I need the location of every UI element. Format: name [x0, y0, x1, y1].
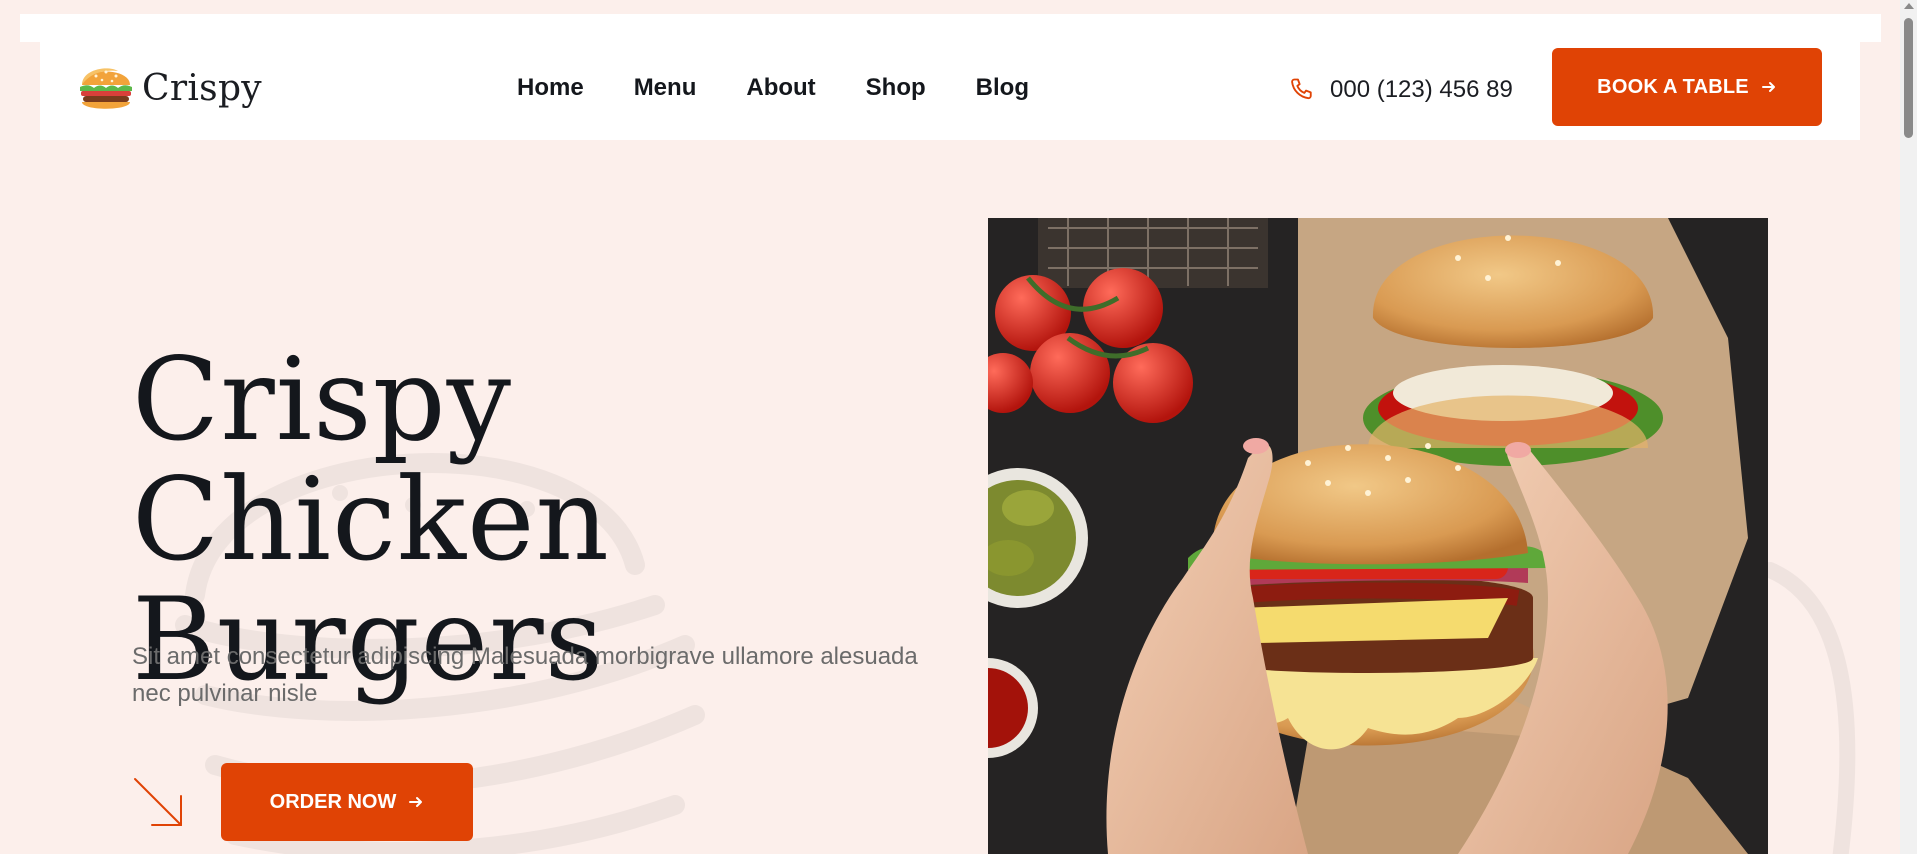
hero-description: Sit amet consectetur adipiscing Malesuad…	[132, 643, 918, 707]
book-table-button[interactable]: BOOK A TABLE	[1552, 48, 1822, 126]
burger-photo-illustration	[988, 218, 1768, 854]
book-table-label: BOOK A TABLE	[1597, 75, 1749, 98]
scrollbar-thumb[interactable]	[1904, 18, 1913, 138]
order-now-button[interactable]: ORDER NOW	[221, 763, 473, 841]
phone-number: 000 (123) 456 89	[1330, 76, 1513, 103]
nav-item-shop[interactable]: Shop	[866, 74, 926, 102]
vertical-scrollbar[interactable]	[1900, 0, 1917, 854]
phone-icon	[1291, 78, 1312, 100]
nav-item-menu[interactable]: Menu	[634, 74, 697, 102]
arrow-right-icon	[409, 797, 423, 807]
header-top-band	[20, 14, 1881, 42]
nav-item-blog[interactable]: Blog	[976, 74, 1029, 102]
hero-title-line-1: Crispy Chicken	[132, 333, 610, 586]
nav-item-about[interactable]: About	[746, 74, 815, 102]
scroll-up-arrow-icon[interactable]	[1904, 3, 1914, 9]
order-now-label: ORDER NOW	[269, 790, 397, 813]
background-burger-illustration-right	[1762, 562, 1856, 854]
nav-item-home[interactable]: Home	[517, 74, 584, 102]
page: Crispy Home Menu About Shop Blog 000 (12…	[0, 0, 1917, 854]
site-header: Crispy Home Menu About Shop Blog 000 (12…	[40, 42, 1860, 140]
hero-burger-image	[988, 218, 1768, 854]
brand-name: Crispy	[142, 67, 262, 109]
arrow-right-icon	[1761, 82, 1775, 92]
main-nav: Home Menu About Shop Blog	[517, 68, 1029, 108]
brand-logo[interactable]: Crispy	[78, 60, 262, 116]
arrow-down-right-icon	[134, 778, 182, 826]
burger-logo-icon	[80, 68, 132, 109]
phone-contact[interactable]: 000 (123) 456 89	[1288, 70, 1513, 110]
